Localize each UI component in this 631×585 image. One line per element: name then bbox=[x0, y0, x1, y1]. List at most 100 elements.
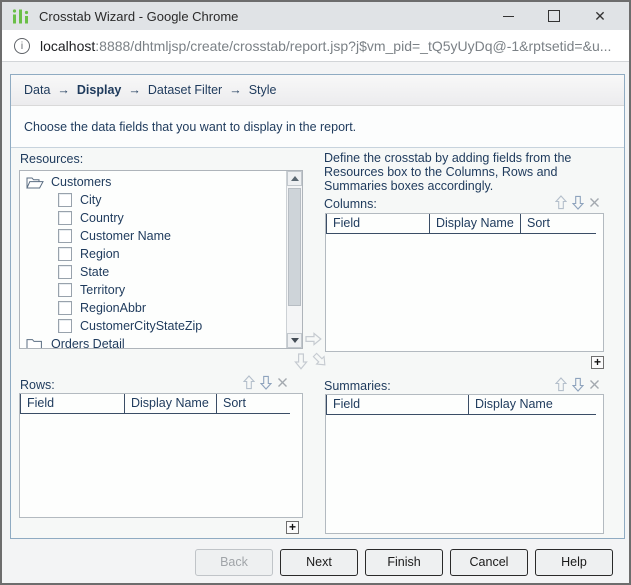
checkbox-icon[interactable] bbox=[58, 301, 72, 315]
tree-item-country[interactable]: Country bbox=[20, 209, 286, 227]
wizard-panel: Data → Display → Dataset Filter → Style … bbox=[10, 74, 625, 539]
window-controls: ✕ bbox=[485, 2, 623, 30]
scroll-up-button[interactable] bbox=[287, 171, 302, 186]
checkbox-icon[interactable] bbox=[58, 283, 72, 297]
column-header-field: Field bbox=[20, 394, 124, 414]
cancel-button[interactable]: Cancel bbox=[450, 549, 528, 576]
maximize-icon bbox=[548, 10, 560, 22]
breadcrumb-step-display[interactable]: Display bbox=[77, 83, 121, 97]
instruction-text: Choose the data fields that you want to … bbox=[11, 106, 624, 148]
close-icon: ✕ bbox=[594, 8, 606, 24]
add-to-summaries-arrow-icon[interactable] bbox=[309, 349, 330, 370]
resources-tree[interactable]: Customers City Country Customer Name Reg… bbox=[19, 170, 303, 349]
url-path: :8888/dhtmljsp/create/crosstab/report.js… bbox=[95, 37, 612, 54]
rows-label: Rows: bbox=[20, 378, 55, 392]
scrollbar-thumb[interactable] bbox=[288, 188, 301, 306]
add-to-columns-arrow-icon[interactable] bbox=[305, 332, 322, 346]
help-button[interactable]: Help bbox=[535, 549, 613, 576]
columns-table[interactable]: Field Display Name Sort bbox=[325, 213, 604, 352]
add-to-rows-arrow-icon[interactable] bbox=[294, 353, 308, 371]
breadcrumb-arrow-icon: → bbox=[57, 83, 70, 97]
title-bar: Crosstab Wizard - Google Chrome ✕ bbox=[2, 2, 629, 30]
remove-icon[interactable] bbox=[589, 379, 600, 390]
maximize-button[interactable] bbox=[531, 2, 577, 30]
minimize-icon bbox=[502, 15, 514, 17]
checkbox-icon[interactable] bbox=[58, 319, 72, 333]
folder-closed-icon bbox=[26, 338, 44, 348]
tree-item-label: Territory bbox=[80, 283, 126, 297]
tree-item-territory[interactable]: Territory bbox=[20, 281, 286, 299]
column-header-display-name: Display Name bbox=[124, 394, 216, 414]
columns-toolbar bbox=[555, 195, 600, 210]
address-bar[interactable]: i localhost:8888/dhtmljsp/create/crossta… bbox=[2, 30, 629, 62]
page-info-icon[interactable]: i bbox=[14, 37, 30, 54]
checkbox-icon[interactable] bbox=[58, 265, 72, 279]
column-header-sort: Sort bbox=[216, 394, 290, 414]
breadcrumb-step-style[interactable]: Style bbox=[249, 83, 277, 97]
finish-button[interactable]: Finish bbox=[365, 549, 443, 576]
triangle-up-icon bbox=[290, 176, 299, 181]
back-button[interactable]: Back bbox=[195, 549, 273, 576]
app-logo-icon bbox=[12, 9, 29, 24]
tree-scrollbar[interactable] bbox=[286, 171, 302, 348]
tree-item-label: Region bbox=[80, 247, 120, 261]
tree-item-regionabbr[interactable]: RegionAbbr bbox=[20, 299, 286, 317]
tree-item-label: Orders Detail bbox=[51, 337, 125, 349]
tree-item-label: RegionAbbr bbox=[80, 301, 147, 315]
tree-item-label: State bbox=[80, 265, 110, 279]
breadcrumb-step-dataset-filter[interactable]: Dataset Filter bbox=[148, 83, 222, 97]
summaries-label: Summaries: bbox=[324, 379, 391, 393]
remove-icon[interactable] bbox=[589, 197, 600, 208]
move-up-icon[interactable] bbox=[555, 377, 567, 392]
move-up-icon[interactable] bbox=[555, 195, 567, 210]
next-button[interactable]: Next bbox=[280, 549, 358, 576]
rows-table-header: Field Display Name Sort bbox=[20, 394, 302, 414]
rows-table[interactable]: Field Display Name Sort bbox=[19, 393, 303, 518]
chrome-popup-window: Crosstab Wizard - Google Chrome ✕ i loca… bbox=[0, 0, 631, 585]
column-header-display-name: Display Name bbox=[429, 214, 520, 234]
resources-label: Resources: bbox=[20, 152, 84, 166]
move-up-icon[interactable] bbox=[243, 375, 255, 390]
breadcrumb-arrow-icon: → bbox=[229, 83, 242, 97]
column-header-sort: Sort bbox=[520, 214, 596, 234]
rows-add-button[interactable]: + bbox=[286, 521, 299, 534]
tree-item-label: Country bbox=[80, 211, 124, 225]
checkbox-icon[interactable] bbox=[58, 229, 72, 243]
rows-toolbar bbox=[243, 375, 288, 390]
move-down-icon[interactable] bbox=[260, 375, 272, 390]
tree-item-customer-name[interactable]: Customer Name bbox=[20, 227, 286, 245]
scroll-down-button[interactable] bbox=[287, 333, 302, 348]
tree-item-orders-detail[interactable]: Orders Detail bbox=[20, 335, 286, 349]
tree-item-customers[interactable]: Customers bbox=[20, 173, 286, 191]
breadcrumb-step-data[interactable]: Data bbox=[24, 83, 50, 97]
summaries-toolbar bbox=[555, 377, 600, 392]
tree-item-label: City bbox=[80, 193, 102, 207]
column-header-field: Field bbox=[326, 214, 429, 234]
move-down-icon[interactable] bbox=[572, 377, 584, 392]
url-host: localhost bbox=[40, 37, 96, 54]
breadcrumb: Data → Display → Dataset Filter → Style bbox=[11, 75, 624, 106]
move-down-icon[interactable] bbox=[572, 195, 584, 210]
checkbox-icon[interactable] bbox=[58, 193, 72, 207]
checkbox-icon[interactable] bbox=[58, 247, 72, 261]
tree-item-region[interactable]: Region bbox=[20, 245, 286, 263]
columns-add-button[interactable]: + bbox=[591, 356, 604, 369]
resources-tree-items: Customers City Country Customer Name Reg… bbox=[20, 171, 286, 348]
tree-item-label: Customer Name bbox=[80, 229, 171, 243]
window-title: Crosstab Wizard - Google Chrome bbox=[39, 8, 239, 24]
column-header-display-name: Display Name bbox=[468, 395, 596, 415]
breadcrumb-arrow-icon: → bbox=[128, 83, 141, 97]
define-crosstab-text: Define the crosstab by adding fields fro… bbox=[324, 151, 572, 193]
columns-table-header: Field Display Name Sort bbox=[326, 214, 603, 234]
remove-icon[interactable] bbox=[277, 377, 288, 388]
summaries-table-header: Field Display Name bbox=[326, 395, 603, 415]
column-header-field: Field bbox=[326, 395, 468, 415]
tree-item-customercitystatezip[interactable]: CustomerCityStateZip bbox=[20, 317, 286, 335]
url-text: localhost:8888/dhtmljsp/create/crosstab/… bbox=[40, 38, 611, 54]
tree-item-state[interactable]: State bbox=[20, 263, 286, 281]
summaries-table[interactable]: Field Display Name bbox=[325, 394, 604, 534]
close-button[interactable]: ✕ bbox=[577, 2, 623, 30]
checkbox-icon[interactable] bbox=[58, 211, 72, 225]
minimize-button[interactable] bbox=[485, 2, 531, 30]
tree-item-city[interactable]: City bbox=[20, 191, 286, 209]
